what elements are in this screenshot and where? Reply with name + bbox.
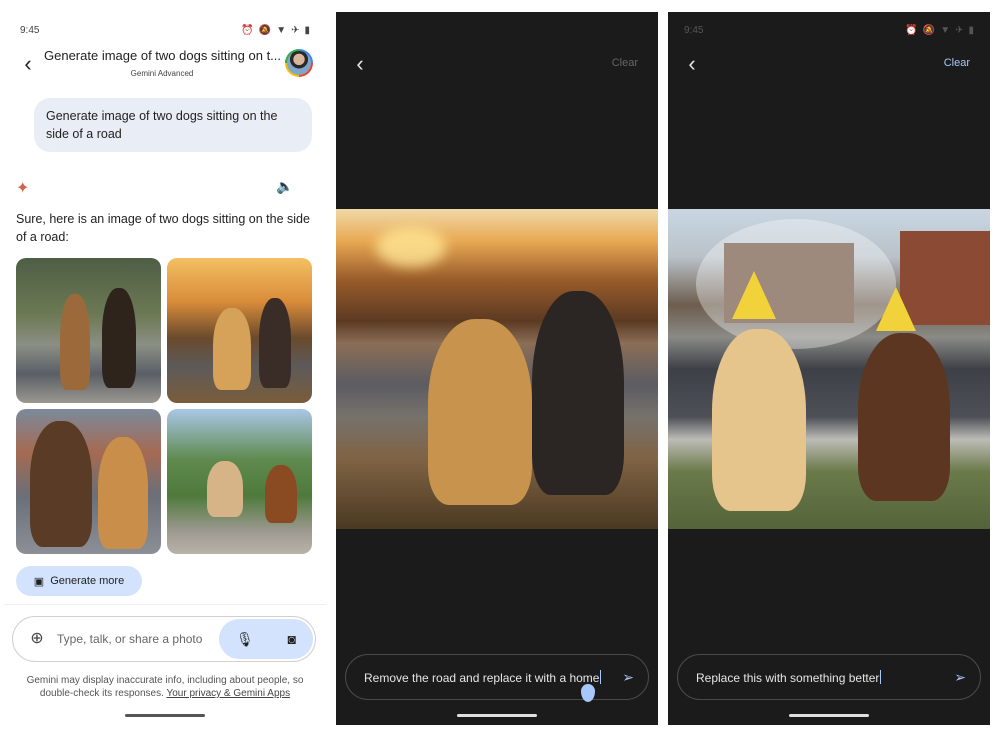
back-arrow-icon[interactable]: ‹ [16,52,40,76]
mute-icon: 🔕 [922,24,936,36]
status-time: 9:45 [684,24,704,36]
add-icon[interactable]: ⊕ [27,629,47,649]
party-hat-icon [876,287,916,331]
airplane-icon: ✈ [291,24,300,36]
chat-title: Generate image of two dogs sitting on t.… [44,48,280,63]
dog-figure [60,294,90,390]
home-indicator [457,714,537,717]
clear-button[interactable]: Clear [944,57,970,69]
privacy-link[interactable]: Your privacy & Gemini Apps [166,688,290,699]
generated-image-2[interactable] [167,258,312,403]
status-bar: 9:45 ⏰ 🔕 ▼ ✈ ▮ [684,22,974,38]
dog-figure [265,465,297,523]
avatar[interactable] [285,49,313,77]
divider [4,604,326,605]
send-icon[interactable]: ➢ [954,669,966,686]
speaker-icon[interactable]: 🔈 [276,178,293,195]
edit-image[interactable] [336,209,658,529]
dog-figure [712,329,806,511]
chat-input-bar[interactable]: ⊕ Type, talk, or share a photo 🎙 ◙ [12,616,316,662]
text-cursor [600,670,602,684]
back-arrow-icon[interactable]: ‹ [348,52,372,76]
text-cursor [880,670,882,684]
sun-glow [376,227,446,267]
image-grid [16,258,314,554]
gemini-spark-icon: ✦ [16,180,30,197]
chat-subtitle: Gemini Advanced [130,69,194,78]
mute-icon: 🔕 [258,24,272,36]
dog-figure [30,421,92,547]
chat-input-placeholder[interactable]: Type, talk, or share a photo [57,632,202,646]
alarm-icon: ⏰ [241,24,254,36]
dog-figure [428,319,532,505]
battery-icon: ▮ [968,24,974,36]
edit-prompt-input[interactable]: Remove the road and replace it with a ho… [345,654,649,700]
dog-figure [213,308,251,390]
chat-screen: 9:45 ⏰ 🔕 ▼ ✈ ▮ ‹ Generate image of two d… [4,12,326,725]
prompt-text: Remove the road and replace it with a ho… [364,671,600,685]
edit-prompt-input[interactable]: Replace this with something better ➢ [677,654,981,700]
status-bar: 9:45 ⏰ 🔕 ▼ ✈ ▮ [20,22,310,38]
dog-figure [102,288,136,388]
generate-more-button[interactable]: ▣ Generate more [16,566,142,596]
camera-icon[interactable]: ◙ [288,631,296,647]
alarm-icon: ⏰ [905,24,918,36]
generated-image-3[interactable] [16,409,161,554]
generate-more-label: Generate more [50,575,125,587]
status-time: 9:45 [20,24,40,36]
battery-icon: ▮ [304,24,310,36]
selection-highlight [696,219,896,349]
airplane-icon: ✈ [955,24,964,36]
wifi-icon: ▼ [276,24,287,36]
mic-camera-group: 🎙 ◙ [219,619,313,659]
response-text: Sure, here is an image of two dogs sitti… [16,212,310,244]
dog-figure [207,461,243,517]
user-message-bubble: Generate image of two dogs sitting on th… [34,98,312,152]
clear-button[interactable]: Clear [612,57,638,69]
images-icon: ▣ [33,575,45,588]
back-arrow-icon[interactable]: ‹ [680,52,704,76]
edit-image[interactable] [668,209,990,529]
generated-image-4[interactable] [167,409,312,554]
party-hat-icon [732,271,776,319]
home-indicator [125,714,205,717]
wifi-icon: ▼ [940,24,951,36]
prompt-text: Replace this with something better [696,671,880,685]
disclaimer: Gemini may display inaccurate info, incl… [12,674,318,700]
generated-image-1[interactable] [16,258,161,403]
chat-header: Generate image of two dogs sitting on t.… [44,48,280,78]
dog-figure [858,333,950,501]
home-indicator [789,714,869,717]
microphone-icon[interactable]: 🎙 [236,631,254,648]
edit-screen-1: ‹ Clear Remove the road and replace it w… [336,12,658,725]
dog-figure [98,437,148,549]
send-icon[interactable]: ➢ [622,669,634,686]
dog-figure [532,291,624,495]
edit-screen-2: 9:45 ⏰ 🔕 ▼ ✈ ▮ ‹ Clear Replace this with… [668,12,990,725]
dog-figure [259,298,291,388]
